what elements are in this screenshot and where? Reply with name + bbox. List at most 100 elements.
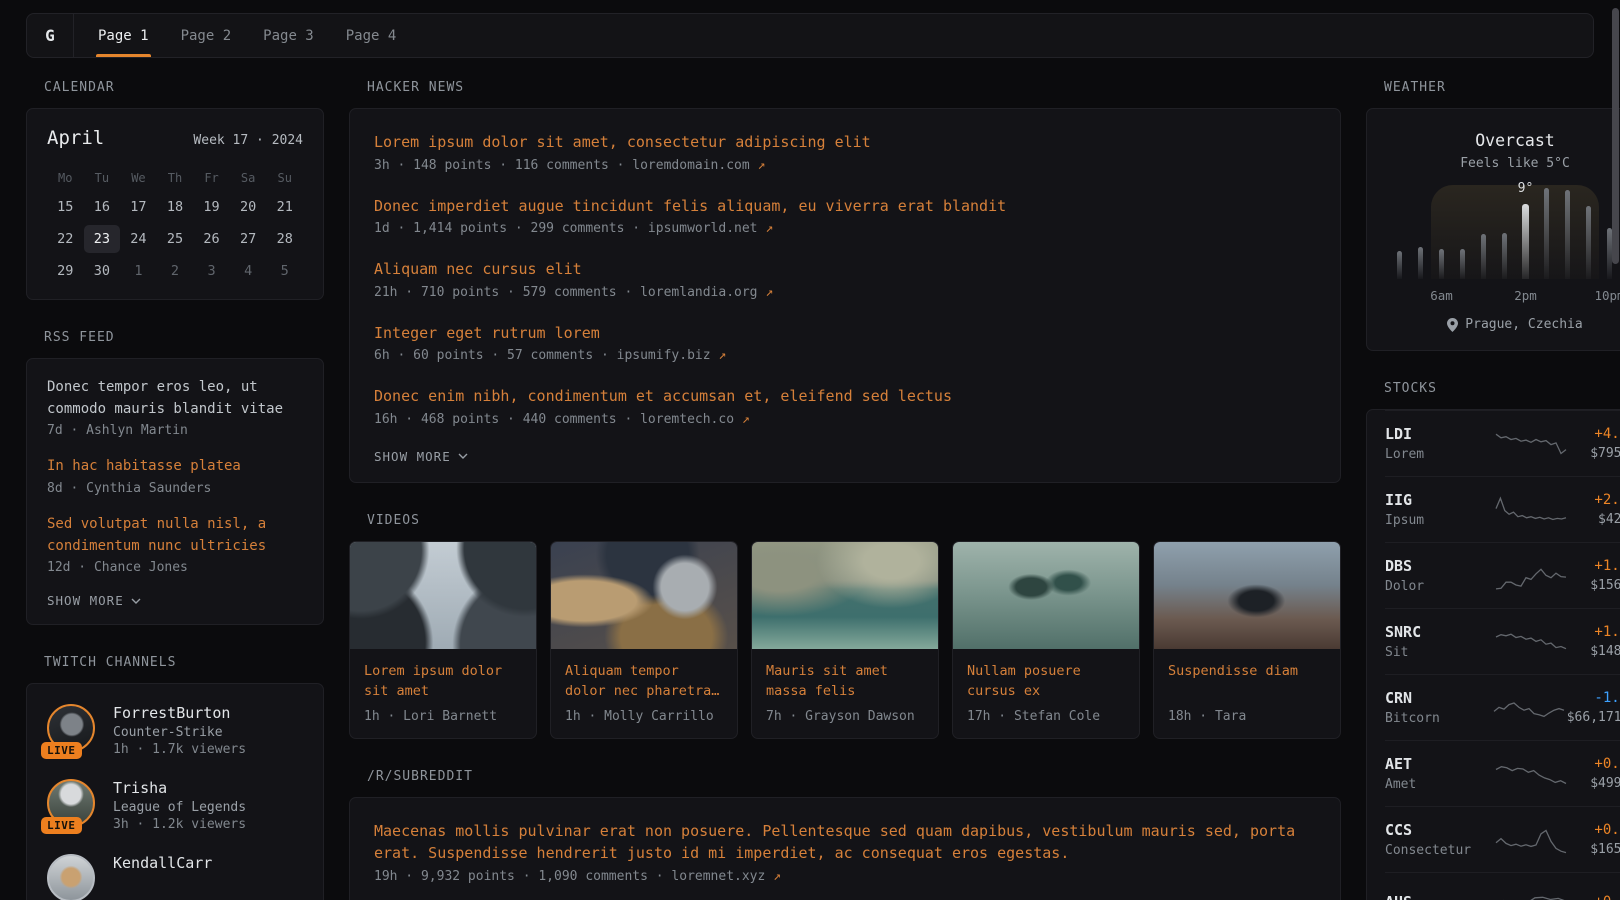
stock-row[interactable]: CCS Consectetur +0.51% $165.84	[1385, 806, 1620, 872]
stock-row[interactable]: LDI Lorem +4.35% $795.18	[1385, 410, 1620, 476]
stock-row[interactable]: CRN Bitcorn -1.00% $66,171.48	[1385, 674, 1620, 740]
hackernews-item-link[interactable]: Integer eget rutrum lorem	[374, 322, 1316, 345]
calendar-day[interactable]: 20	[230, 193, 267, 221]
calendar-day[interactable]: 4	[230, 257, 267, 285]
video-card[interactable]: Aliquam tempor dolor nec pharetra… 1h · …	[550, 541, 738, 739]
hackernews-item-meta-text: 21h · 710 points · 579 comments · loreml…	[374, 285, 758, 300]
rss-item-link[interactable]: Donec tempor eros leo, ut commodo mauris…	[47, 377, 303, 420]
video-thumbnail[interactable]	[350, 542, 536, 649]
twitch-channel-row[interactable]: LIVE Trisha League of Legends 3h · 1.2k …	[47, 779, 303, 832]
video-card[interactable]: Mauris sit amet massa felis 7h · Grayson…	[751, 541, 939, 739]
chevron-down-icon	[131, 598, 141, 604]
calendar-day[interactable]: 16	[84, 193, 121, 221]
page-tab[interactable]: Page 3	[247, 14, 330, 57]
calendar-day[interactable]: 18	[157, 193, 194, 221]
calendar-day[interactable]: 25	[157, 225, 194, 253]
videos-widget-label: VIDEOS	[367, 513, 1341, 528]
twitch-channel-info: ForrestBurton Counter-Strike 1h · 1.7k v…	[113, 704, 246, 757]
calendar-day[interactable]: 15	[47, 193, 84, 221]
twitch-channel-name[interactable]: KendallCarr	[113, 854, 212, 872]
temperature-bar	[1565, 190, 1570, 279]
hackernews-item-meta-text: 16h · 468 points · 440 comments · loremt…	[374, 412, 734, 427]
video-card-body: Mauris sit amet massa felis 7h · Grayson…	[752, 649, 938, 738]
calendar-day[interactable]: 30	[84, 257, 121, 285]
stock-row[interactable]: AET Amet +0.92% $499.72	[1385, 740, 1620, 806]
video-meta: 1h · Molly Carrillo	[565, 709, 723, 724]
hackernews-show-more-button[interactable]: SHOW MORE	[374, 449, 1316, 464]
video-thumbnail[interactable]	[953, 542, 1139, 649]
stock-values: +0.92% $499.72	[1569, 756, 1620, 791]
stock-values: +0.51% $165.84	[1569, 822, 1620, 857]
rss-show-more-button[interactable]: SHOW MORE	[47, 593, 303, 608]
external-link-icon[interactable]: ↗	[773, 869, 781, 884]
video-card[interactable]: Nullam posuere cursus ex 17h · Stefan Co…	[952, 541, 1140, 739]
video-thumbnail[interactable]	[752, 542, 938, 649]
page-tab-label: Page 2	[181, 28, 232, 44]
calendar-day[interactable]: 27	[230, 225, 267, 253]
hackernews-item-link[interactable]: Aliquam nec cursus elit	[374, 258, 1316, 281]
calendar-day[interactable]: 29	[47, 257, 84, 285]
twitch-channel-row[interactable]: LIVE ForrestBurton Counter-Strike 1h · 1…	[47, 704, 303, 757]
calendar-day[interactable]: 22	[47, 225, 84, 253]
calendar-day[interactable]: 1	[120, 257, 157, 285]
stock-identity: DBS Dolor	[1385, 557, 1493, 594]
dashboard-page: G Page 1 Page 2 Page 3 Page 4	[0, 0, 1620, 900]
hackernews-item-link[interactable]: Donec imperdiet augue tincidunt felis al…	[374, 195, 1316, 218]
calendar-day-of-week: Fr	[193, 167, 230, 193]
external-link-icon[interactable]: ↗	[765, 221, 773, 236]
video-title-link[interactable]: Nullam posuere cursus ex	[967, 661, 1125, 703]
calendar-day[interactable]: 21	[266, 193, 303, 221]
external-link-icon[interactable]: ↗	[718, 348, 726, 363]
calendar-day[interactable]: 28	[266, 225, 303, 253]
rss-list: Donec tempor eros leo, ut commodo mauris…	[47, 377, 303, 575]
calendar-day[interactable]: 5	[266, 257, 303, 285]
twitch-avatar-wrap: LIVE	[47, 704, 95, 752]
video-card[interactable]: Suspendisse diam 18h · Tara	[1153, 541, 1341, 739]
hackernews-item-meta-text: 3h · 148 points · 116 comments · loremdo…	[374, 158, 750, 173]
page-tab[interactable]: Page 1	[82, 14, 165, 57]
video-title-link[interactable]: Aliquam tempor dolor nec pharetra…	[565, 661, 723, 703]
calendar-day[interactable]: 23	[84, 225, 121, 253]
video-thumbnail[interactable]	[551, 542, 737, 649]
twitch-channel-name[interactable]: ForrestBurton	[113, 704, 246, 722]
stock-symbol: CCS	[1385, 821, 1493, 839]
external-link-icon[interactable]: ↗	[742, 412, 750, 427]
stock-row[interactable]: SNRC Sit +1.36% $148.64	[1385, 608, 1620, 674]
rss-item-link[interactable]: In hac habitasse platea	[47, 456, 303, 478]
hackernews-item: Lorem ipsum dolor sit amet, consectetur …	[374, 131, 1316, 173]
videos-row: Lorem ipsum dolor sit amet consectetu… 1…	[349, 541, 1341, 739]
calendar-day[interactable]: 17	[120, 193, 157, 221]
video-card[interactable]: Lorem ipsum dolor sit amet consectetu… 1…	[349, 541, 537, 739]
calendar-day[interactable]: 3	[193, 257, 230, 285]
external-link-icon[interactable]: ↗	[758, 158, 766, 173]
subreddit-post-link[interactable]: Maecenas mollis pulvinar erat non posuer…	[374, 820, 1316, 865]
hackernews-item-link[interactable]: Donec enim nibh, condimentum et accumsan…	[374, 385, 1316, 408]
stock-row[interactable]: AHS +0.46%	[1385, 872, 1620, 900]
hackernews-item-link[interactable]: Lorem ipsum dolor sit amet, consectetur …	[374, 131, 1316, 154]
rss-item-link[interactable]: Sed volutpat nulla nisl, a condimentum n…	[47, 514, 303, 557]
video-thumbnail[interactable]	[1154, 542, 1340, 649]
video-title-link[interactable]: Lorem ipsum dolor sit amet consectetu…	[364, 661, 522, 703]
calendar-day[interactable]: 24	[120, 225, 157, 253]
weather-location[interactable]: Prague, Czechia	[1387, 317, 1620, 332]
stock-row[interactable]: DBS Dolor +1.42% $156.28	[1385, 542, 1620, 608]
calendar-day[interactable]: 19	[193, 193, 230, 221]
rss-item-meta: 8d · Cynthia Saunders	[47, 481, 303, 496]
page-tab[interactable]: Page 2	[165, 14, 248, 57]
subreddit-post-meta-text: 19h · 9,932 points · 1,090 comments · lo…	[374, 869, 765, 884]
calendar-day[interactable]: 26	[193, 225, 230, 253]
stock-price: $165.84	[1569, 842, 1620, 857]
stock-row[interactable]: IIG Ipsum +2.84% $42.04	[1385, 476, 1620, 542]
twitch-channel-name[interactable]: Trisha	[113, 779, 246, 797]
calendar-day[interactable]: 2	[157, 257, 194, 285]
page-scrollbar[interactable]	[1612, 8, 1619, 264]
page-tab[interactable]: Page 4	[330, 14, 413, 57]
video-title-link[interactable]: Mauris sit amet massa felis	[766, 661, 924, 703]
stock-sparkline	[1493, 625, 1569, 659]
twitch-channel-row[interactable]: KendallCarr	[47, 854, 303, 900]
video-card-body: Nullam posuere cursus ex 17h · Stefan Co…	[953, 649, 1139, 738]
weather-card: Overcast Feels like 5°C	[1366, 108, 1620, 351]
hackernews-show-more-label: SHOW MORE	[374, 449, 451, 464]
video-title-link[interactable]: Suspendisse diam	[1168, 661, 1326, 703]
external-link-icon[interactable]: ↗	[765, 285, 773, 300]
